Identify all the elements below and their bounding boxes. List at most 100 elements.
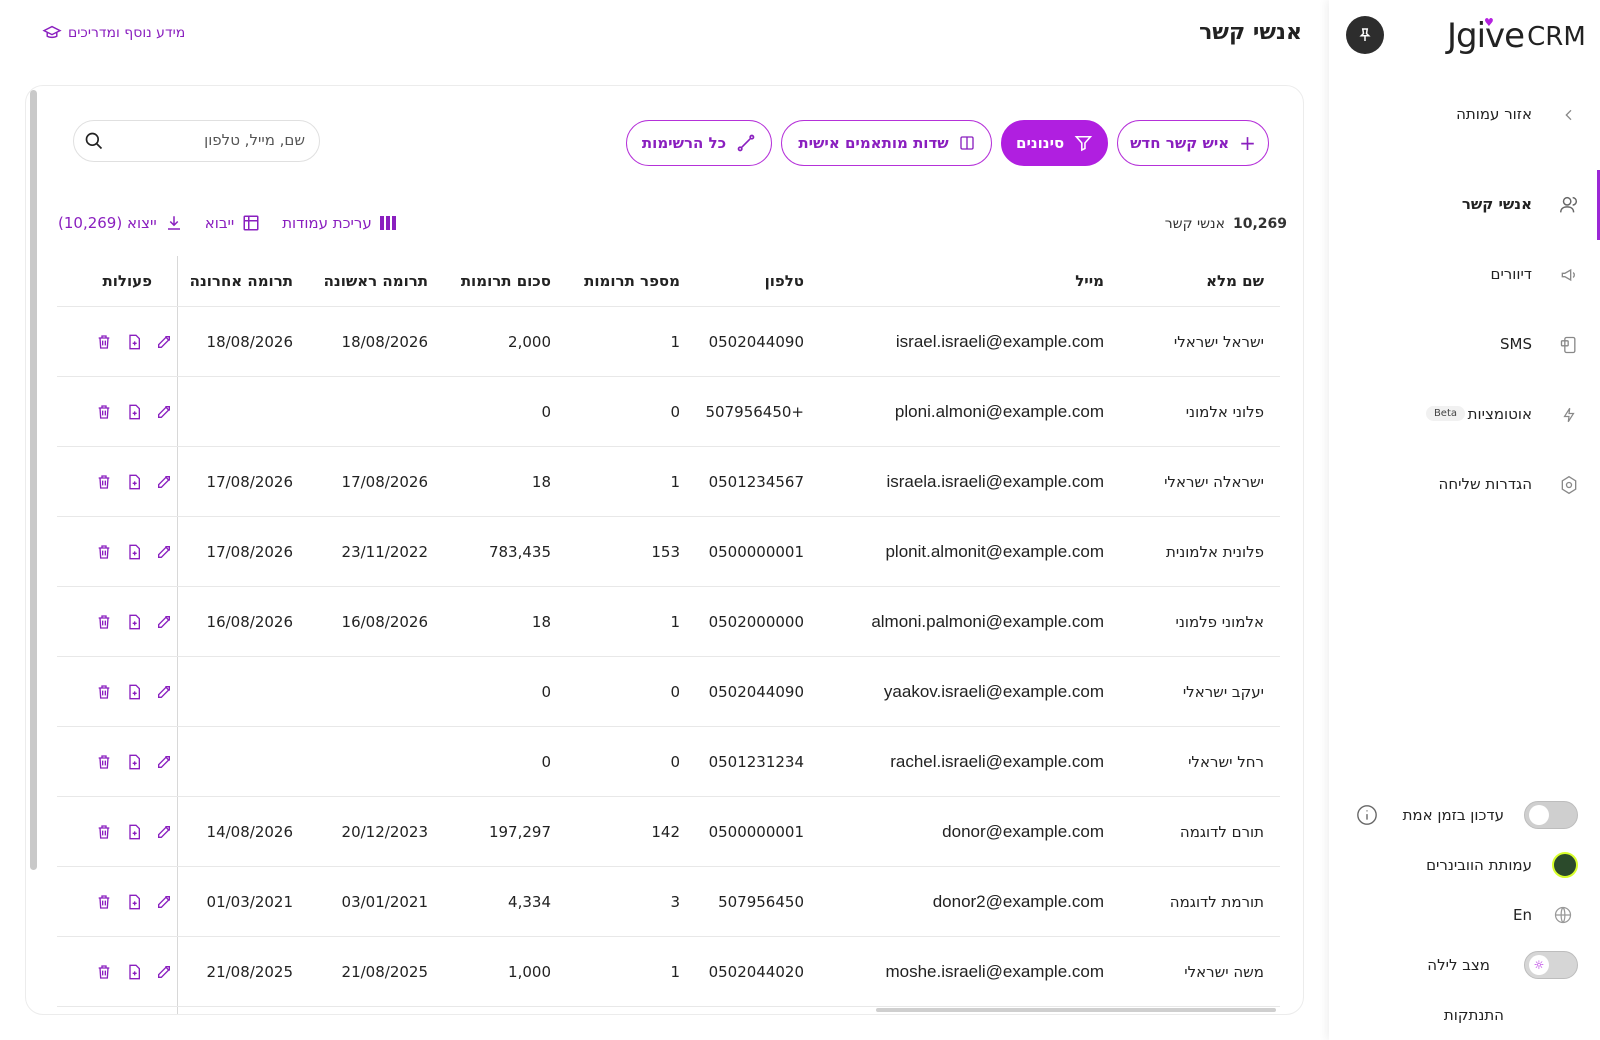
add-donation-icon[interactable] [126, 474, 142, 490]
export-button[interactable]: ייצוא (10,269) [58, 214, 183, 232]
table-body: ישראל ישראלי israel.israeli@example.com 05… [57, 307, 1280, 1007]
delete-icon[interactable] [96, 754, 112, 770]
cell-donations-count: 3 [670, 892, 680, 911]
horizontal-scrollbar[interactable] [876, 1008, 1276, 1012]
edit-icon[interactable] [156, 824, 172, 840]
cell-last-donation: 17/08/2026 [206, 472, 293, 491]
logout-label: התנתקות [1443, 1006, 1504, 1024]
header-email[interactable]: מייל [980, 256, 1104, 306]
pin-sidebar-button[interactable] [1346, 16, 1384, 54]
sidebar-item-sms[interactable]: SMS [1329, 323, 1600, 367]
add-donation-icon[interactable] [126, 754, 142, 770]
table-row[interactable]: פלוני אלמוני ploni.almoni@example.com +507… [57, 377, 1280, 447]
row-actions [96, 377, 172, 446]
cell-email: israela.israeli@example.com [886, 471, 1104, 491]
add-donation-icon[interactable] [126, 614, 142, 630]
table-row[interactable]: פלונית אלמונית plonit.almonit@example.com… [57, 517, 1280, 587]
edit-icon[interactable] [156, 614, 172, 630]
edit-icon[interactable] [156, 474, 172, 490]
night-mode-row: ☼ מצב לילה [1329, 947, 1600, 983]
delete-icon[interactable] [96, 824, 112, 840]
table-row[interactable]: משה ישראלי moshe.israeli@example.com 05020… [57, 937, 1280, 1007]
cell-name: ישראל ישראלי [1173, 332, 1264, 351]
header-donations-count[interactable]: מספר תרומות [584, 256, 680, 306]
add-donation-icon[interactable] [126, 404, 142, 420]
edit-icon[interactable] [156, 544, 172, 560]
import-button[interactable]: ייבוא [205, 214, 261, 232]
add-donation-icon[interactable] [126, 334, 142, 350]
delete-icon[interactable] [96, 334, 112, 350]
custom-fields-button[interactable]: שדות מותאמים אישית [781, 120, 992, 166]
row-actions [96, 517, 172, 586]
sidebar-item-automations[interactable]: אוטומציות Beta [1329, 393, 1600, 437]
cell-email: plonit.almonit@example.com [885, 541, 1104, 561]
logout-link[interactable]: התנתקות [1329, 997, 1600, 1033]
cell-phone: 0501234567 [708, 472, 804, 491]
delete-icon[interactable] [96, 544, 112, 560]
cell-first-donation: 20/12/2023 [341, 822, 428, 841]
cell-donations-count: 1 [670, 332, 680, 351]
night-mode-label: מצב לילה [1427, 956, 1490, 974]
sidebar-item-org-area[interactable]: אזור עמותה [1329, 93, 1600, 137]
new-contact-button[interactable]: + איש קשר חדש [1117, 120, 1269, 166]
table-row[interactable]: רחל ישראלי rachel.israeli@example.com 0501… [57, 727, 1280, 797]
edit-columns-button[interactable]: עריכת עמודות [282, 214, 396, 232]
search-icon[interactable] [84, 131, 104, 151]
add-donation-icon[interactable] [126, 894, 142, 910]
add-donation-icon[interactable] [126, 684, 142, 700]
header-actions: פעולות [102, 272, 152, 290]
cell-last-donation: 16/08/2026 [206, 612, 293, 631]
contacts-table: שם מלא מייל טלפון מספר תרומות סכום תרומו… [57, 256, 1280, 1007]
header-last-donation[interactable]: תרומה אחרונה [190, 256, 293, 306]
delete-icon[interactable] [96, 894, 112, 910]
cell-donations-count: 1 [670, 962, 680, 981]
globe-icon [1551, 903, 1575, 927]
help-link[interactable]: מידע נוסף ומדריכים [42, 25, 185, 41]
edit-icon[interactable] [156, 964, 172, 980]
cell-last-donation: 21/08/2025 [206, 962, 293, 981]
search-input[interactable] [105, 131, 305, 149]
all-lists-button[interactable]: כל הרשימות [626, 120, 772, 166]
table-row[interactable]: ישראל ישראלי israel.israeli@example.com 05… [57, 307, 1280, 377]
language-switcher[interactable]: En [1329, 897, 1600, 933]
cell-name: יעקב ישראלי [1182, 682, 1264, 701]
sidebar-item-label: דיוורים [1490, 265, 1533, 283]
sidebar-item-contacts[interactable]: אנשי קשר [1329, 183, 1600, 227]
sidebar-item-mailings[interactable]: דיוורים [1329, 253, 1600, 297]
cell-phone: 0502044090 [708, 682, 804, 701]
filters-button[interactable]: סינונים [1001, 120, 1108, 166]
row-actions [96, 587, 172, 656]
table-row[interactable]: תורם לדוגמה donor@example.com 0500000001 14… [57, 797, 1280, 867]
table-row[interactable]: יעקב ישראלי yaakov.israeli@example.com 050… [57, 657, 1280, 727]
header-phone[interactable]: טלפון [765, 256, 804, 306]
org-switcher[interactable]: עמותת הוובינרים [1329, 847, 1600, 883]
info-icon[interactable] [1355, 803, 1379, 827]
add-donation-icon[interactable] [126, 544, 142, 560]
delete-icon[interactable] [96, 404, 112, 420]
header-first-donation[interactable]: תרומה ראשונה [324, 256, 428, 306]
edit-icon[interactable] [156, 894, 172, 910]
add-donation-icon[interactable] [126, 964, 142, 980]
edit-icon[interactable] [156, 404, 172, 420]
night-mode-toggle[interactable]: ☼ [1524, 951, 1578, 979]
header-name[interactable]: שם מלא [1206, 256, 1264, 306]
table-row[interactable]: תורמת לדוגמה donor2@example.com 507956450 3… [57, 867, 1280, 937]
delete-icon[interactable] [96, 684, 112, 700]
header-donations-sum[interactable]: סכום תרומות [461, 256, 551, 306]
cell-phone: 0501231234 [708, 752, 804, 771]
table-row[interactable]: אלמוני פלמוני almoni.palmoni@example.com 0… [57, 587, 1280, 657]
delete-icon[interactable] [96, 964, 112, 980]
table-row[interactable]: ישראלה ישראלי israela.israeli@example.com… [57, 447, 1280, 517]
add-donation-icon[interactable] [126, 824, 142, 840]
realtime-toggle[interactable] [1524, 801, 1578, 829]
delete-icon[interactable] [96, 614, 112, 630]
vertical-scrollbar[interactable] [30, 90, 37, 870]
edit-icon[interactable] [156, 684, 172, 700]
edit-icon[interactable] [156, 754, 172, 770]
delete-icon[interactable] [96, 474, 112, 490]
edit-icon[interactable] [156, 334, 172, 350]
cell-donations-sum: 2,000 [508, 332, 551, 351]
jgive-logo[interactable]: Jgive CRM ♥ [1447, 16, 1587, 56]
sidebar-item-send-settings[interactable]: הגדרות שליחה [1329, 463, 1600, 507]
automation-icon [1558, 404, 1580, 426]
